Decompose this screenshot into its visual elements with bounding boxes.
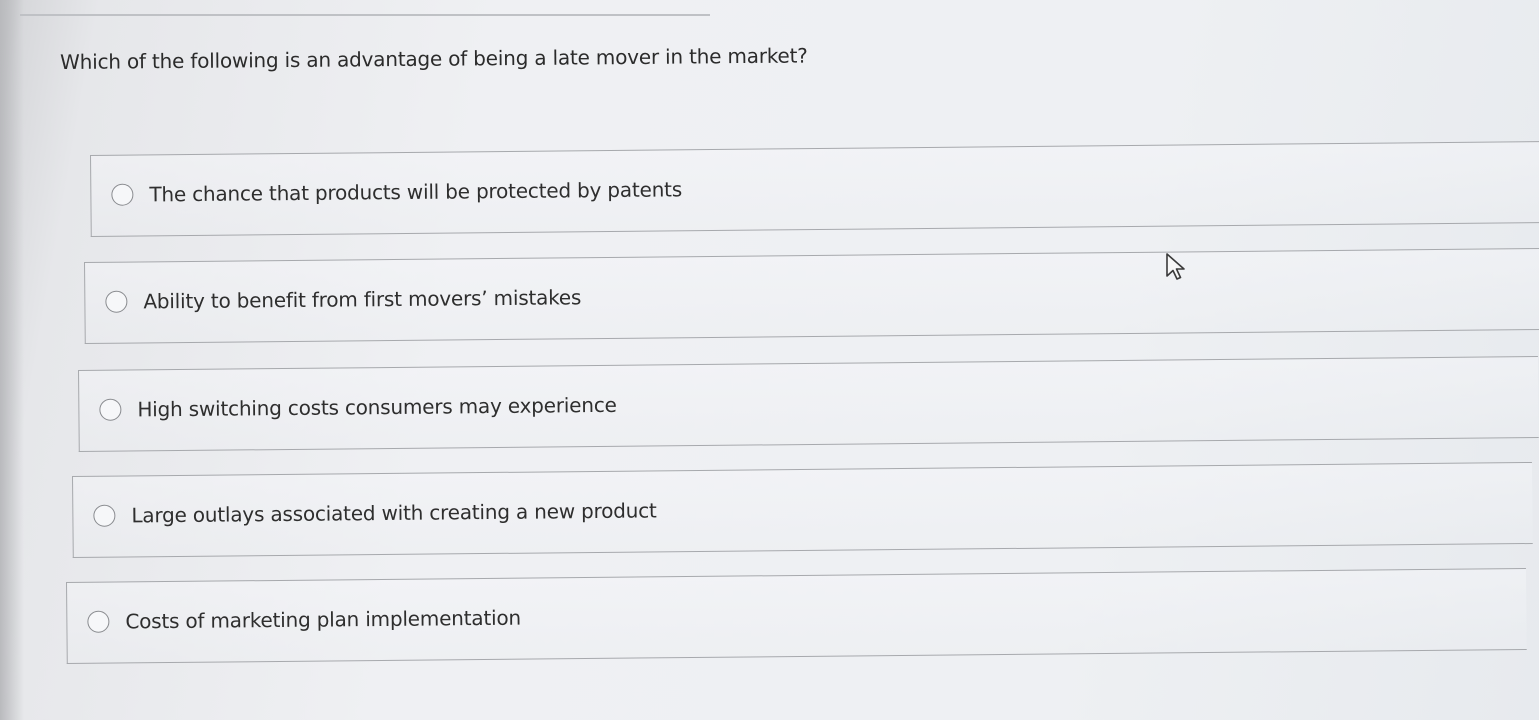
answer-option-label: Large outlays associated with creating a… bbox=[131, 498, 657, 528]
radio-unchecked-icon[interactable] bbox=[87, 610, 110, 633]
screen-edge-shadow bbox=[0, 0, 24, 720]
answer-option-3[interactable]: High switching costs consumers may exper… bbox=[78, 355, 1539, 452]
answer-option-5[interactable]: Costs of marketing plan implementation bbox=[66, 567, 1527, 664]
radio-unchecked-icon[interactable] bbox=[93, 504, 116, 527]
answer-option-label: High switching costs consumers may exper… bbox=[137, 392, 617, 422]
top-divider bbox=[20, 0, 710, 16]
question-text: Which of the following is an advantage o… bbox=[60, 43, 808, 74]
mouse-pointer-icon bbox=[1166, 253, 1185, 280]
radio-unchecked-icon[interactable] bbox=[111, 183, 134, 206]
answer-option-1[interactable]: The chance that products will be protect… bbox=[90, 140, 1539, 237]
radio-unchecked-icon[interactable] bbox=[99, 398, 122, 421]
answer-option-4[interactable]: Large outlays associated with creating a… bbox=[72, 461, 1533, 558]
answer-option-label: The chance that products will be protect… bbox=[149, 177, 683, 207]
answer-option-2[interactable]: Ability to benefit from first movers’ mi… bbox=[84, 247, 1539, 344]
radio-unchecked-icon[interactable] bbox=[105, 290, 128, 313]
answer-option-label: Costs of marketing plan implementation bbox=[125, 605, 522, 634]
answer-option-label: Ability to benefit from first movers’ mi… bbox=[143, 285, 582, 314]
